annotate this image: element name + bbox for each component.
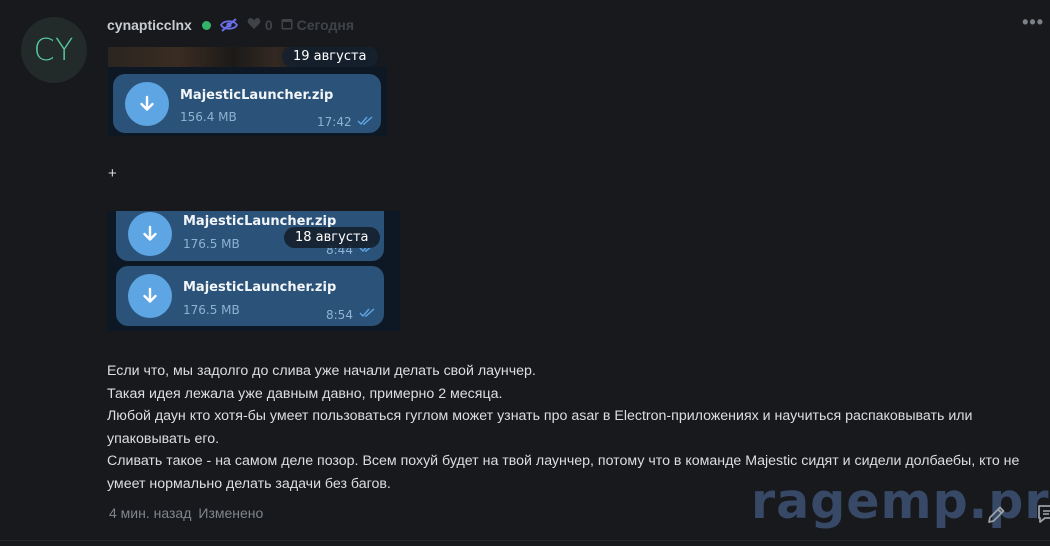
file-bubble: MajesticLauncher.zip 156.4 MB 17:42	[113, 74, 381, 133]
file-size: 176.5 MB	[183, 303, 240, 317]
post-footer: 4 мин. назад Изменено	[109, 505, 263, 521]
post-header: cynapticclnx 0 Сегодня	[107, 13, 354, 37]
online-status-dot	[201, 20, 211, 30]
file-name: MajesticLauncher.zip	[183, 280, 337, 295]
like-count: 0	[264, 17, 273, 33]
download-icon[interactable]	[128, 274, 172, 318]
date-pill: 19 августа	[282, 47, 378, 67]
time-ago-link[interactable]: 4 мин. назад	[109, 505, 191, 521]
divider	[0, 540, 1050, 541]
file-bubble: MajesticLauncher.zip 176.5 MB 8:54	[116, 266, 384, 326]
reply-bubble-icon[interactable]	[1036, 503, 1050, 525]
avatar[interactable]: CY	[21, 17, 87, 83]
telegram-screenshot-bottom: MajesticLauncher.zip 176.5 MB 8:44 18 ав…	[107, 211, 400, 331]
file-size: 176.5 MB	[183, 237, 240, 251]
file-time: 17:42	[317, 115, 352, 129]
heart-icon	[247, 17, 261, 33]
date-pill: 18 августа	[284, 227, 380, 248]
body-line: Любой даун кто хотя-бы умеет пользоватьс…	[107, 408, 973, 447]
double-check-icon	[359, 308, 375, 318]
eye-slash-icon[interactable]	[219, 17, 239, 33]
file-name: MajesticLauncher.zip	[180, 88, 334, 103]
more-options-icon[interactable]: •••	[1022, 12, 1044, 33]
post-date: Сегодня	[281, 17, 354, 33]
file-size: 156.4 MB	[180, 110, 237, 124]
edited-label[interactable]: Изменено	[198, 505, 263, 521]
edit-pencil-icon[interactable]	[985, 504, 1007, 526]
double-check-icon	[357, 116, 373, 126]
calendar-icon	[281, 17, 293, 33]
avatar-initials: CY	[33, 32, 75, 68]
like-counter[interactable]: 0	[247, 17, 273, 33]
telegram-screenshot-top: 19 августа MajesticLauncher.zip 156.4 MB…	[108, 47, 387, 136]
download-icon[interactable]	[128, 212, 172, 256]
file-time: 8:54	[326, 308, 353, 322]
date-label: Сегодня	[296, 17, 355, 33]
username-link[interactable]: cynapticclnx	[107, 17, 192, 33]
plus-separator: +	[108, 165, 117, 182]
forum-post: CY cynapticclnx 0 Сегодня ••• 19 августа…	[0, 0, 1050, 546]
body-line: Такая идея лежала уже давным давно, прим…	[107, 385, 503, 402]
download-icon[interactable]	[125, 82, 169, 126]
body-line: Если что, мы задолго до слива уже начали…	[107, 363, 536, 379]
